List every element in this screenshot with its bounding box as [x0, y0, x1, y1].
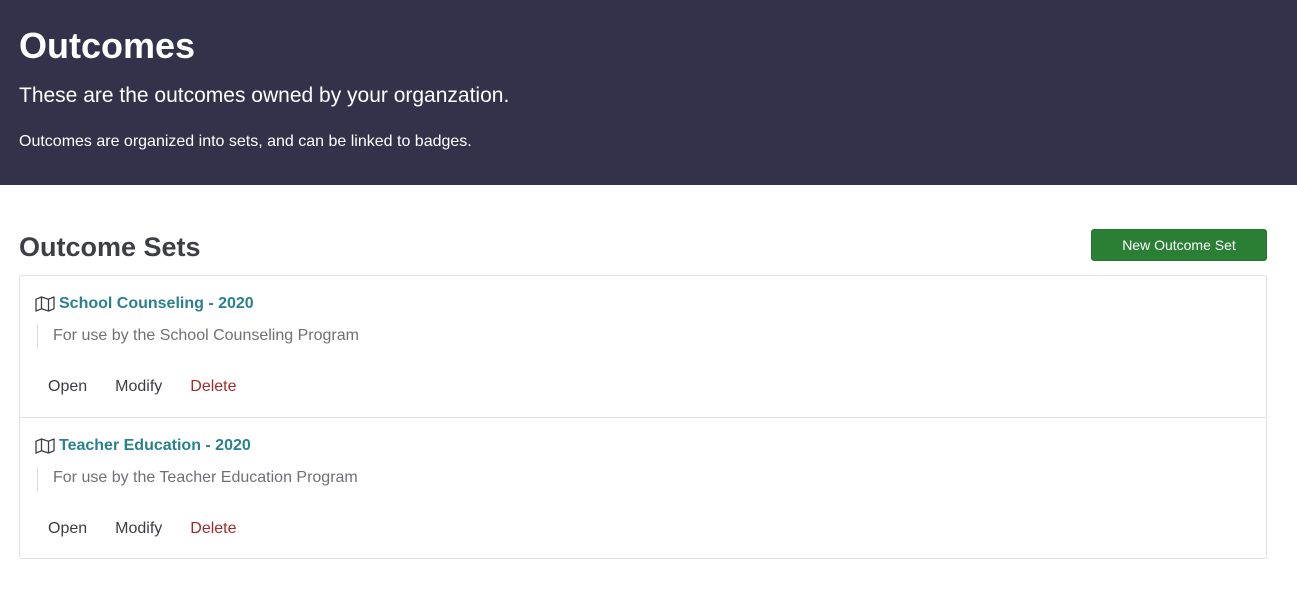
outcome-set-actions: Open Modify Delete — [48, 518, 265, 540]
outcome-set-name-link[interactable]: School Counseling - 2020 — [59, 293, 254, 315]
section-header: Outcome Sets New Outcome Set — [19, 185, 1267, 275]
outcome-set-title-row: School Counseling - 2020 — [35, 293, 1251, 315]
page-title: Outcomes — [19, 25, 196, 66]
new-outcome-set-button[interactable]: New Outcome Set — [1091, 229, 1267, 261]
outcome-set-description: For use by the Teacher Education Program — [37, 467, 1251, 491]
modify-link[interactable]: Modify — [115, 518, 162, 540]
open-link[interactable]: Open — [48, 518, 87, 540]
main-content: Outcome Sets New Outcome Set School Coun… — [0, 185, 1297, 559]
page-lead: These are the outcomes owned by your org… — [19, 84, 510, 107]
delete-link[interactable]: Delete — [190, 376, 236, 398]
outcome-set-list: School Counseling - 2020 For use by the … — [19, 275, 1267, 559]
map-icon — [35, 296, 55, 312]
outcome-set-item: Teacher Education - 2020 For use by the … — [20, 417, 1266, 558]
modify-link[interactable]: Modify — [115, 376, 162, 398]
outcome-set-actions: Open Modify Delete — [48, 376, 265, 398]
section-title: Outcome Sets — [19, 232, 201, 262]
outcome-set-name-link[interactable]: Teacher Education - 2020 — [59, 435, 251, 457]
map-icon — [35, 438, 55, 454]
delete-link[interactable]: Delete — [190, 518, 236, 540]
outcome-set-description: For use by the School Counseling Program — [37, 325, 1251, 349]
page-header: Outcomes These are the outcomes owned by… — [0, 0, 1297, 185]
outcome-set-item: School Counseling - 2020 For use by the … — [20, 276, 1266, 417]
open-link[interactable]: Open — [48, 376, 87, 398]
page-description: Outcomes are organized into sets, and ca… — [19, 133, 472, 150]
outcome-set-title-row: Teacher Education - 2020 — [35, 435, 1251, 457]
